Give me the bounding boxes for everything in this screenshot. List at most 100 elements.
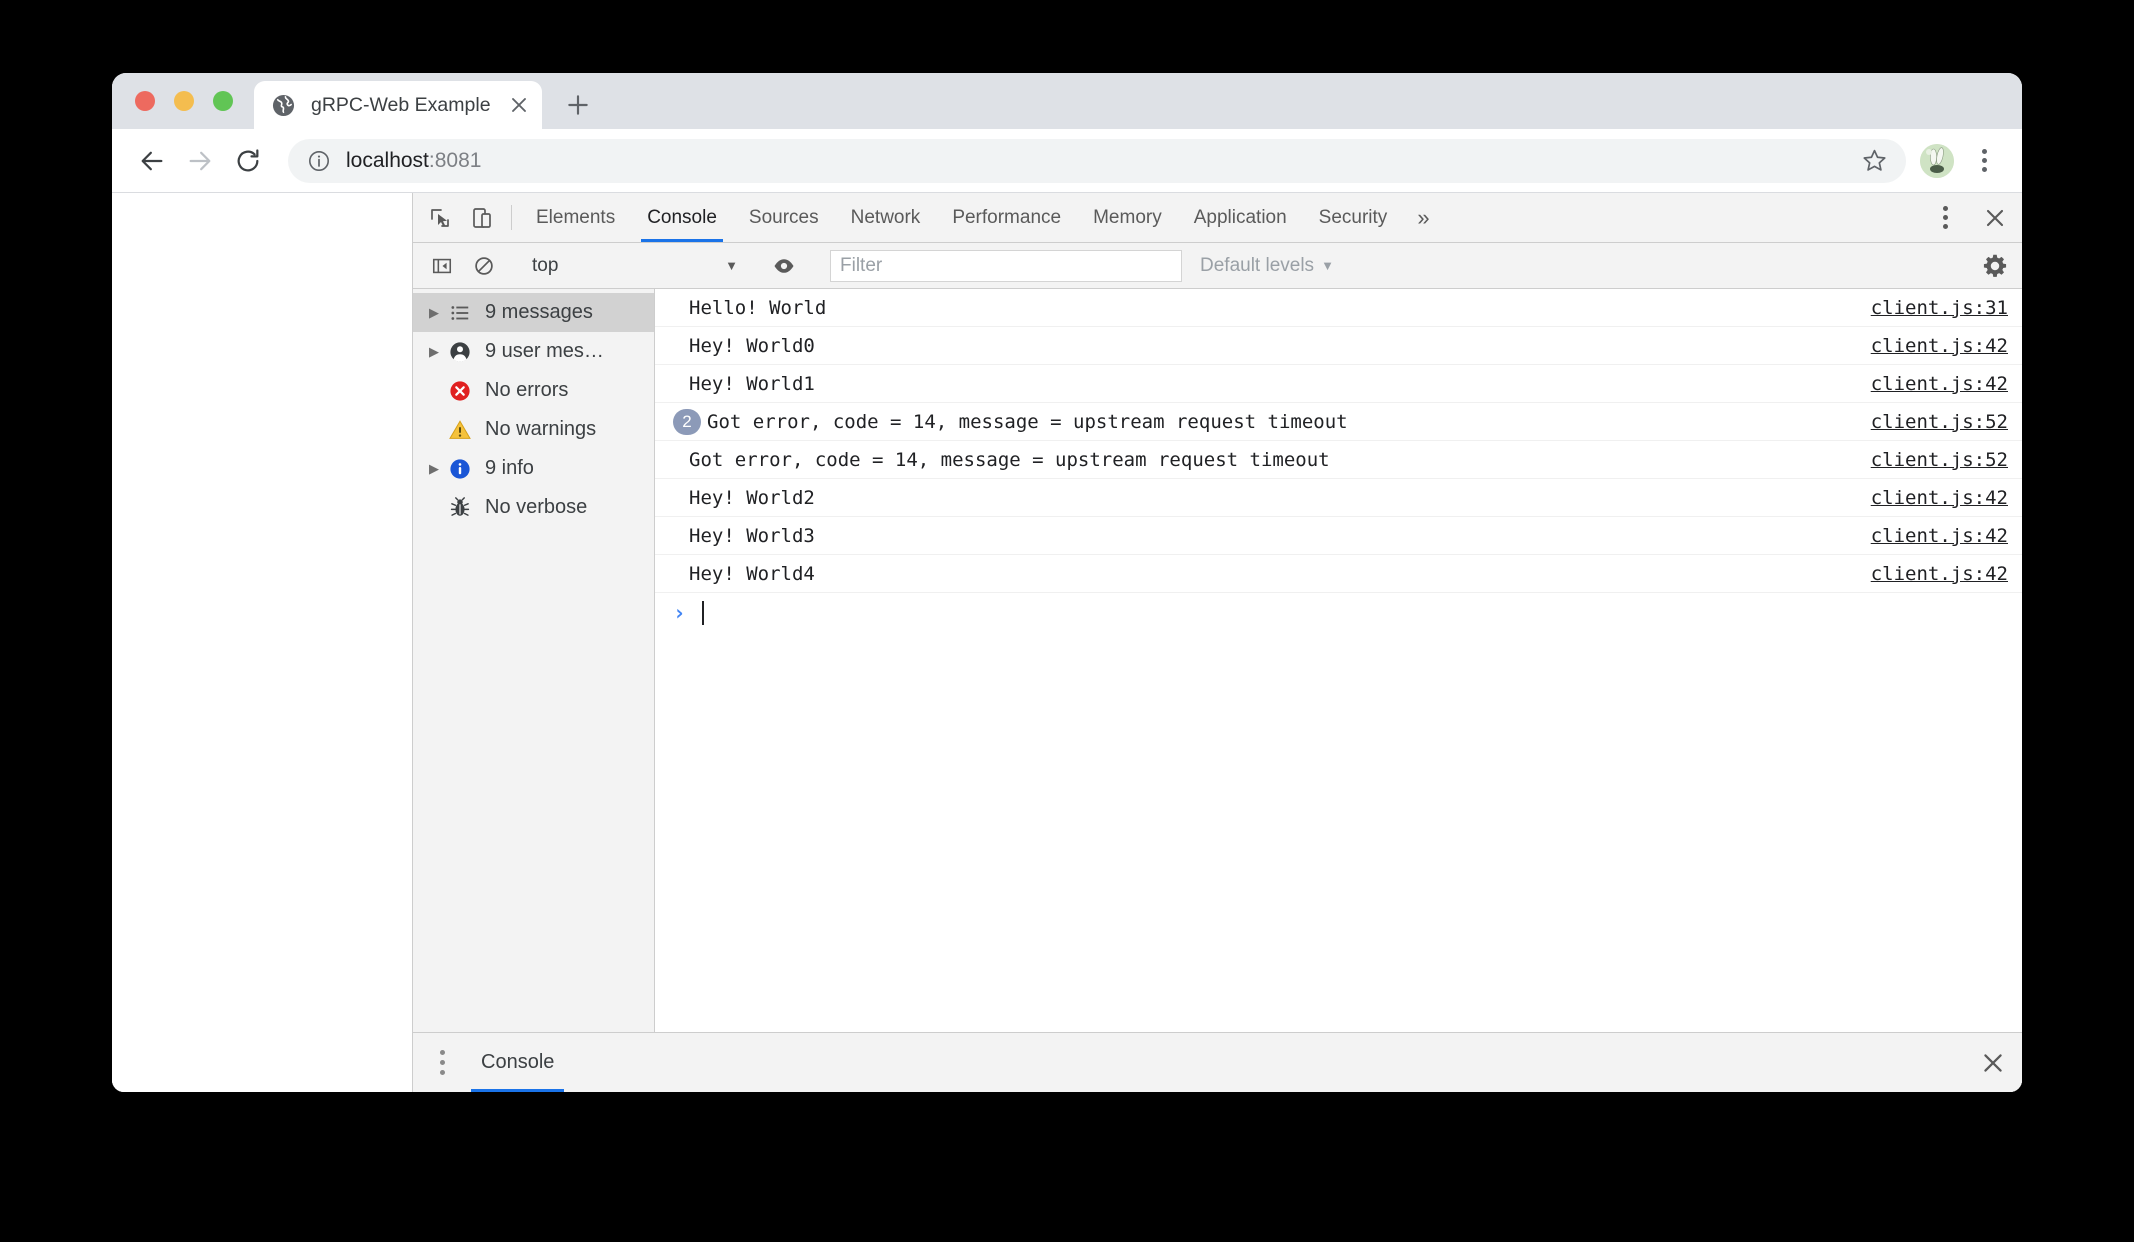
console-message-text: Hey! World2 [689,487,1855,509]
console-message-row[interactable]: Got error, code = 14, message = upstream… [655,441,2022,479]
tab-elements[interactable]: Elements [520,193,631,242]
console-empty-space[interactable] [655,633,2022,1032]
tab-security[interactable]: Security [1303,193,1404,242]
console-message-row[interactable]: Hey! World0 client.js:42 [655,327,2022,365]
tab-application[interactable]: Application [1178,193,1303,242]
chevron-down-icon: ▼ [1321,258,1334,273]
profile-avatar[interactable] [1920,144,1954,178]
more-tabs-button[interactable]: » [1403,193,1443,242]
browser-toolbar: localhost:8081 [112,129,2022,193]
sidebar-item-label: 9 info [485,457,534,480]
chevron-right-icon[interactable]: ▶ [423,344,445,360]
log-levels-select[interactable]: Default levels ▼ [1200,255,1334,277]
clear-console-icon[interactable] [463,255,505,277]
console-message-row[interactable]: Hey! World1 client.js:42 [655,365,2022,403]
inspect-element-icon[interactable] [419,193,461,242]
tab-sources[interactable]: Sources [733,193,835,242]
sidebar-item-info[interactable]: ▶ 9 info [413,449,654,488]
new-tab-button[interactable] [560,87,596,123]
device-toolbar-icon[interactable] [461,193,503,242]
message-repeat-badge: 2 [673,409,701,435]
globe-icon [272,94,295,117]
console-message-source-link[interactable]: client.js:31 [1871,297,2008,319]
console-message-source-link[interactable]: client.js:42 [1871,487,2008,509]
browser-window: gRPC-Web Example [112,73,2022,1092]
console-message-source-link[interactable]: client.js:52 [1871,411,2008,433]
sidebar-item-errors[interactable]: ▶ No errors [413,371,654,410]
execution-context-select[interactable]: top ▼ [522,251,746,281]
menu-dot [1982,158,1987,163]
devtools-close-icon[interactable] [1968,193,2022,243]
menu-dot [440,1070,445,1075]
tab-performance[interactable]: Performance [936,193,1077,242]
address-bar[interactable]: localhost:8081 [288,139,1906,183]
tab-close-icon[interactable] [504,90,534,120]
console-message-row[interactable]: Hey! World2 client.js:42 [655,479,2022,517]
sidebar-item-label: 9 messages [485,301,593,324]
devtools-panel: Elements Console Sources Network Perform… [412,193,2022,1092]
address-bar-url: localhost:8081 [346,149,481,173]
tab-console[interactable]: Console [631,193,733,242]
url-host: localhost [346,149,429,172]
console-message-text: Hey! World1 [689,373,1855,395]
console-message-row[interactable]: Hey! World3 client.js:42 [655,517,2022,555]
info-circle-icon[interactable] [306,148,332,174]
show-console-sidebar-icon[interactable] [421,255,463,277]
chevron-right-icon[interactable]: ▶ [423,461,445,477]
console-message-text: Got error, code = 14, message = upstream… [707,411,1855,433]
drawer-tab-console[interactable]: Console [463,1033,572,1093]
browser-menu-button[interactable] [1962,139,2006,183]
window-traffic-lights [135,91,233,111]
console-body: ▶ 9 messages [413,289,2022,1032]
gear-icon[interactable] [1968,243,2022,289]
console-toolbar: top ▼ Filter Default levels ▼ [413,243,2022,289]
execution-context-value: top [532,255,558,277]
drawer-menu-button[interactable] [421,1033,463,1093]
tab-title: gRPC-Web Example [311,94,504,117]
sidebar-item-label: 9 user mes… [485,340,604,363]
console-message-source-link[interactable]: client.js:42 [1871,335,2008,357]
console-message-source-link[interactable]: client.js:42 [1871,563,2008,585]
chevron-right-icon[interactable]: ▶ [423,305,445,321]
sidebar-item-user-messages[interactable]: ▶ 9 user mes… [413,332,654,371]
drawer-close-icon[interactable] [1964,1033,2022,1093]
warning-icon [445,418,475,442]
sidebar-item-messages[interactable]: ▶ 9 messages [413,293,654,332]
devtools-tabbar: Elements Console Sources Network Perform… [413,193,2022,243]
list-icon [445,302,475,324]
star-outline-icon[interactable] [1856,143,1892,179]
console-message-source-link[interactable]: client.js:52 [1871,449,2008,471]
menu-dot [1982,149,1987,154]
console-message-row[interactable]: 2 Got error, code = 14, message = upstre… [655,403,2022,441]
console-message-source-link[interactable]: client.js:42 [1871,373,2008,395]
sidebar-item-warnings[interactable]: ▶ No warnings [413,410,654,449]
text-caret [702,601,704,625]
console-prompt-row[interactable]: › [655,593,2022,633]
window-close-button[interactable] [135,91,155,111]
tab-network[interactable]: Network [835,193,937,242]
menu-dot [440,1060,445,1065]
eye-icon[interactable] [763,254,805,278]
console-message-row[interactable]: Hey! World4 client.js:42 [655,555,2022,593]
console-message-row[interactable]: Hello! World client.js:31 [655,289,2022,327]
chevron-down-icon: ▼ [725,258,738,273]
console-message-source-link[interactable]: client.js:42 [1871,525,2008,547]
console-message-text: Hey! World0 [689,335,1855,357]
tab-strip: gRPC-Web Example [112,73,2022,129]
devtools-main-menu-button[interactable] [1922,193,1968,243]
window-minimize-button[interactable] [174,91,194,111]
forward-button[interactable] [176,137,224,185]
reload-button[interactable] [224,137,272,185]
console-message-text: Hello! World [689,297,1855,319]
log-levels-label: Default levels [1200,255,1314,277]
console-filter-input[interactable]: Filter [830,250,1182,282]
sidebar-item-label: No verbose [485,496,587,519]
menu-dot [1943,215,1948,220]
sidebar-item-label: No errors [485,379,568,402]
tab-memory[interactable]: Memory [1077,193,1178,242]
console-message-text: Got error, code = 14, message = upstream… [689,449,1855,471]
window-maximize-button[interactable] [213,91,233,111]
sidebar-item-verbose[interactable]: ▶ No verbose [413,488,654,527]
back-button[interactable] [128,137,176,185]
browser-tab[interactable]: gRPC-Web Example [254,81,542,129]
